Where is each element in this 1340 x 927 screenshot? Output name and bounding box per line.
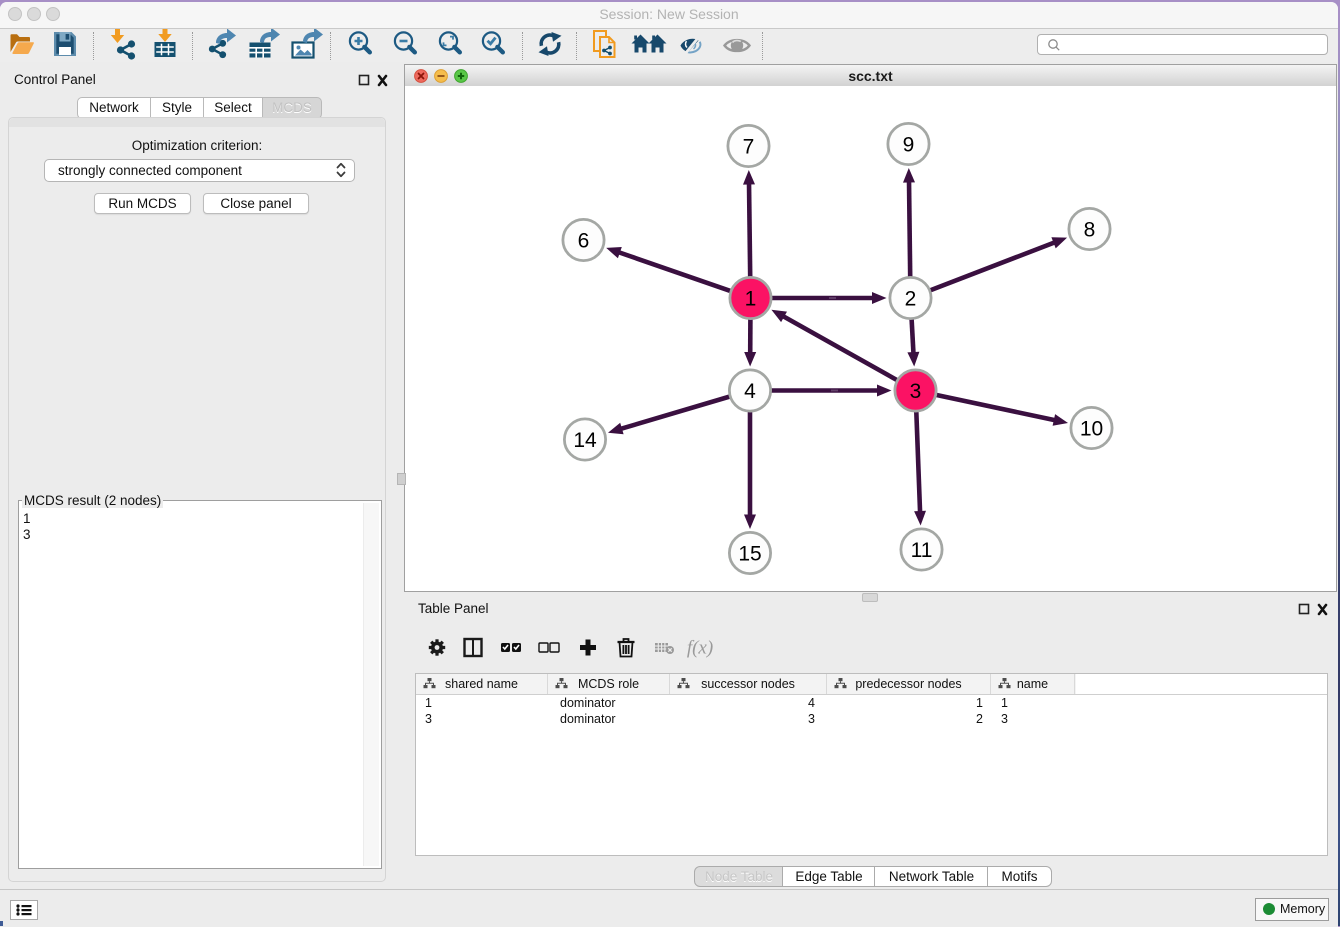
svg-text:1: 1 xyxy=(745,288,757,311)
svg-text:11: 11 xyxy=(911,539,933,562)
svg-text:2: 2 xyxy=(905,288,917,311)
svg-text:4: 4 xyxy=(744,380,756,403)
svg-text:9: 9 xyxy=(903,134,915,157)
svg-text:f(x): f(x) xyxy=(687,638,713,659)
svg-text:14: 14 xyxy=(573,429,597,452)
svg-text:15: 15 xyxy=(738,543,761,566)
svg-text:3: 3 xyxy=(910,380,922,403)
svg-text:8: 8 xyxy=(1084,219,1096,242)
svg-text:7: 7 xyxy=(743,136,755,159)
svg-text:10: 10 xyxy=(1080,418,1103,441)
svg-text:6: 6 xyxy=(578,230,590,253)
